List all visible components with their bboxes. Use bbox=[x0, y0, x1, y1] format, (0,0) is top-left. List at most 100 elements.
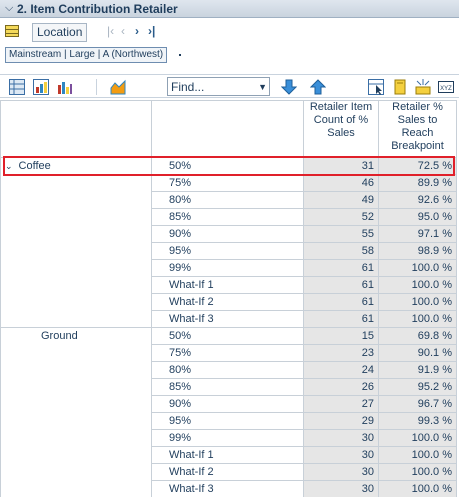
item-count-cell[interactable]: 30 bbox=[303, 463, 379, 481]
criteria-cell[interactable]: What-If 1 bbox=[151, 446, 304, 464]
sales-breakpoint-cell[interactable]: 100.0 % bbox=[378, 463, 457, 481]
sales-breakpoint-cell[interactable]: 100.0 % bbox=[378, 446, 457, 464]
item-count-cell[interactable]: 24 bbox=[303, 361, 379, 379]
find-dropdown-icon[interactable]: ▼ bbox=[258, 82, 267, 92]
collapse-chevron-icon[interactable]: ⌵ bbox=[5, 2, 13, 15]
sparkle-settings-icon[interactable] bbox=[415, 79, 431, 95]
item-count-cell[interactable]: 31 bbox=[303, 157, 379, 175]
sales-breakpoint-cell[interactable]: 100.0 % bbox=[378, 293, 457, 311]
table-row: Ground 50% 15 69.8 % bbox=[0, 327, 457, 497]
criteria-cell[interactable]: 50% bbox=[151, 327, 304, 345]
criteria-cell[interactable]: What-If 3 bbox=[151, 310, 304, 328]
criteria-cell[interactable]: 75% bbox=[151, 174, 304, 192]
sales-breakpoint-cell[interactable]: 100.0 % bbox=[378, 276, 457, 294]
criteria-cell[interactable]: 95% bbox=[151, 412, 304, 430]
item-count-cell[interactable]: 58 bbox=[303, 242, 379, 260]
header-item-count[interactable]: Retailer Item Count of % Sales bbox=[303, 100, 379, 158]
item-count-cell[interactable]: 26 bbox=[303, 378, 379, 396]
filter-chip[interactable]: Mainstream | Large | A (Northwest) bbox=[5, 47, 168, 63]
item-count-cell[interactable]: 46 bbox=[303, 174, 379, 192]
expand-chevron-icon[interactable]: ⌄ bbox=[5, 161, 13, 171]
product-group-label: Ground bbox=[41, 330, 78, 342]
item-count-cell[interactable]: 30 bbox=[303, 429, 379, 447]
chart-table-view-icon[interactable] bbox=[33, 79, 49, 95]
criteria-cell[interactable]: 99% bbox=[151, 259, 304, 277]
find-input[interactable] bbox=[168, 78, 252, 95]
sales-breakpoint-cell[interactable]: 96.7 % bbox=[378, 395, 457, 413]
item-count-cell[interactable]: 61 bbox=[303, 276, 379, 294]
section-title: 2. Item Contribution Retailer bbox=[17, 2, 178, 16]
sales-breakpoint-cell[interactable]: 100.0 % bbox=[378, 259, 457, 277]
previous-page-icon[interactable]: ‹ bbox=[121, 24, 125, 38]
area-chart-icon[interactable] bbox=[110, 79, 126, 95]
first-page-icon[interactable]: |‹ bbox=[107, 24, 114, 38]
find-next-arrow-icon[interactable] bbox=[281, 79, 297, 95]
sales-breakpoint-cell[interactable]: 89.9 % bbox=[378, 174, 457, 192]
header-product bbox=[0, 100, 152, 158]
item-count-cell[interactable]: 30 bbox=[303, 480, 379, 497]
product-group-label: Coffee bbox=[18, 160, 51, 172]
table-grid-icon[interactable] bbox=[5, 25, 19, 37]
sales-breakpoint-cell[interactable]: 98.9 % bbox=[378, 242, 457, 260]
select-cursor-icon[interactable] bbox=[368, 79, 384, 95]
sales-breakpoint-cell[interactable]: 97.1 % bbox=[378, 225, 457, 243]
report-table: Retailer Item Count of % Sales Retailer … bbox=[0, 100, 457, 497]
toolbar-separator bbox=[96, 79, 97, 95]
criteria-cell[interactable]: 85% bbox=[151, 208, 304, 226]
report-table-container: Retailer Item Count of % Sales Retailer … bbox=[0, 100, 459, 497]
criteria-cell[interactable]: 75% bbox=[151, 344, 304, 362]
sales-breakpoint-cell[interactable]: 100.0 % bbox=[378, 480, 457, 497]
product-group-cell[interactable]: ⌄ Coffee bbox=[0, 157, 152, 328]
header-sales-breakpoint[interactable]: Retailer % Sales to Reach Breakpoint bbox=[378, 100, 457, 158]
criteria-cell[interactable]: 95% bbox=[151, 242, 304, 260]
toolbar: ▼ XYZ bbox=[0, 74, 459, 98]
svg-text:XYZ: XYZ bbox=[440, 86, 452, 92]
sales-breakpoint-cell[interactable]: 95.2 % bbox=[378, 378, 457, 396]
sales-breakpoint-cell[interactable]: 91.9 % bbox=[378, 361, 457, 379]
item-count-cell[interactable]: 61 bbox=[303, 310, 379, 328]
header-criteria bbox=[151, 100, 304, 158]
criteria-cell[interactable]: 80% bbox=[151, 361, 304, 379]
sales-breakpoint-cell[interactable]: 72.5 % bbox=[378, 157, 457, 175]
last-page-icon[interactable]: ›| bbox=[148, 24, 155, 38]
sales-breakpoint-cell[interactable]: 100.0 % bbox=[378, 429, 457, 447]
find-previous-arrow-icon[interactable] bbox=[310, 79, 326, 95]
section-titlebar[interactable]: ⌵ 2. Item Contribution Retailer bbox=[0, 0, 459, 18]
criteria-cell[interactable]: 80% bbox=[151, 191, 304, 209]
item-count-cell[interactable]: 61 bbox=[303, 293, 379, 311]
criteria-cell[interactable]: 50% bbox=[151, 157, 304, 175]
criteria-cell[interactable]: What-If 2 bbox=[151, 463, 304, 481]
table-row: ⌄ Coffee 50% 31 72.5 % bbox=[0, 157, 457, 328]
sales-breakpoint-cell[interactable]: 69.8 % bbox=[378, 327, 457, 345]
product-group-cell[interactable]: Ground bbox=[0, 327, 152, 497]
item-count-cell[interactable]: 27 bbox=[303, 395, 379, 413]
xyz-axis-icon[interactable]: XYZ bbox=[438, 79, 454, 95]
location-button[interactable]: Location bbox=[32, 23, 88, 42]
next-page-icon[interactable]: › bbox=[135, 24, 139, 38]
sales-breakpoint-cell[interactable]: 99.3 % bbox=[378, 412, 457, 430]
criteria-cell[interactable]: 99% bbox=[151, 429, 304, 447]
table-view-icon[interactable] bbox=[9, 79, 25, 95]
sales-breakpoint-cell[interactable]: 95.0 % bbox=[378, 208, 457, 226]
item-count-cell[interactable]: 15 bbox=[303, 327, 379, 345]
criteria-cell[interactable]: What-If 1 bbox=[151, 276, 304, 294]
find-field[interactable]: ▼ bbox=[167, 77, 270, 96]
item-count-cell[interactable]: 61 bbox=[303, 259, 379, 277]
sales-breakpoint-cell[interactable]: 90.1 % bbox=[378, 344, 457, 362]
criteria-cell[interactable]: 90% bbox=[151, 225, 304, 243]
criteria-cell[interactable]: What-If 2 bbox=[151, 293, 304, 311]
criteria-cell[interactable]: What-If 3 bbox=[151, 480, 304, 497]
sales-breakpoint-cell[interactable]: 100.0 % bbox=[378, 310, 457, 328]
filter-separator bbox=[179, 54, 181, 56]
sales-breakpoint-cell[interactable]: 92.6 % bbox=[378, 191, 457, 209]
bookmark-icon[interactable] bbox=[392, 79, 408, 95]
item-count-cell[interactable]: 23 bbox=[303, 344, 379, 362]
item-count-cell[interactable]: 30 bbox=[303, 446, 379, 464]
criteria-cell[interactable]: 90% bbox=[151, 395, 304, 413]
item-count-cell[interactable]: 29 bbox=[303, 412, 379, 430]
bar-chart-icon[interactable] bbox=[57, 79, 73, 95]
item-count-cell[interactable]: 55 bbox=[303, 225, 379, 243]
item-count-cell[interactable]: 52 bbox=[303, 208, 379, 226]
item-count-cell[interactable]: 49 bbox=[303, 191, 379, 209]
criteria-cell[interactable]: 85% bbox=[151, 378, 304, 396]
